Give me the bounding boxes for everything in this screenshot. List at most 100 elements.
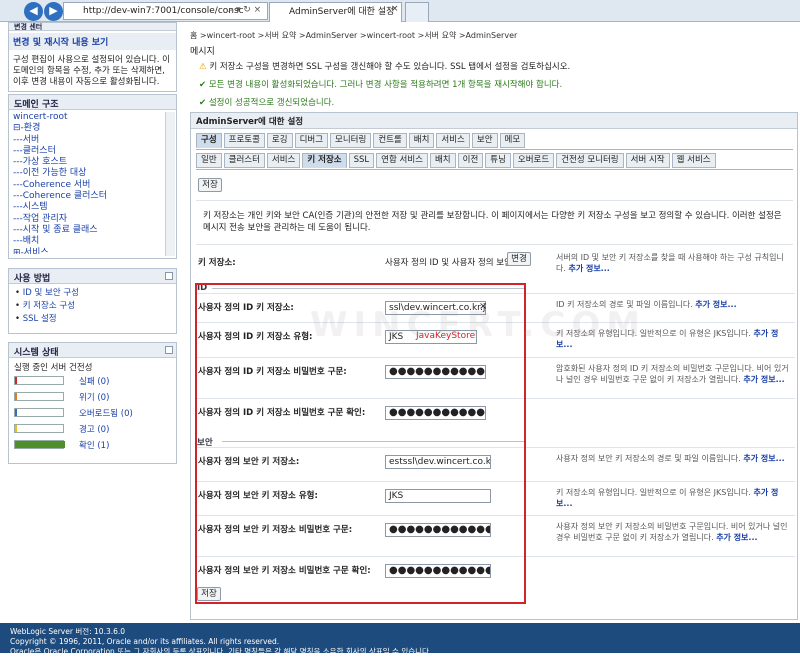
status-fill [15, 441, 65, 448]
howto-panel: 사용 방법 • ID 및 보안 구성 • 키 저장소 구성 • SSL 설정 [8, 268, 177, 334]
howto-link[interactable]: SSL 설정 [23, 314, 57, 324]
tab-tabs2-7[interactable]: 이전 [457, 153, 484, 168]
tab-tabs2-4[interactable]: SSL [348, 153, 375, 168]
tab-tabs2-10[interactable]: 건전성 모니터링 [556, 153, 624, 168]
howto-item[interactable]: • ID 및 보안 구성 [15, 287, 170, 300]
domain-structure-panel: 도메인 구조 wincert-root ⊟-환경 ---서버 ---클러스터 ---가상… [8, 94, 177, 259]
tab-tabs2-0[interactable]: 일반 [196, 153, 222, 168]
system-status-title: 시스템 상태 [9, 343, 176, 358]
field-help-text: 사용자 정의 보안 키 저장소의 경로 및 파일 이름입니다. [556, 454, 741, 463]
tree-item[interactable]: ---이전 가능한 대상 [13, 168, 172, 179]
tab-tabs1-2[interactable]: 로깅 [266, 133, 293, 148]
more-info-link[interactable]: 추가 정보... [695, 300, 736, 309]
field-help: 암호화된 사용자 정의 ID 키 저장소의 비밀번호 구문입니다. 비어 있거나… [556, 363, 791, 385]
howto-link[interactable]: 키 저장소 구성 [23, 301, 75, 311]
tree-item[interactable]: ---Coherence 클러스터 [13, 191, 172, 202]
tab-tabs2-5[interactable]: 연합 서비스 [376, 153, 428, 168]
tab-tabs1-3[interactable]: 디버그 [294, 133, 329, 148]
tree-item[interactable]: ⊞-서비스 [13, 248, 172, 254]
status-bar [14, 424, 64, 433]
warning-icon: ⚠ [199, 62, 207, 72]
status-label[interactable]: 위기 (0) [79, 391, 109, 403]
status-label[interactable]: 확인 (1) [79, 439, 109, 451]
domain-structure-title: 도메인 구조 [9, 95, 176, 110]
tab-tabs1-5[interactable]: 컨트롤 [373, 133, 407, 148]
change-button[interactable]: 변경 [507, 252, 531, 266]
tab-tabs2-3[interactable]: 키 저장소 [302, 153, 347, 168]
field-help: 사용자 정의 보안 키 저장소의 비밀번호 구문입니다. 비어 있거나 널인 경… [556, 521, 791, 543]
tab-tabs1-4[interactable]: 모니터링 [330, 133, 372, 148]
domain-tree: wincert-root ⊟-환경 ---서버 ---클러스터 ---가상 호스트 ---… [9, 110, 176, 254]
howto-link[interactable]: ID 및 보안 구성 [23, 288, 79, 298]
status-bar [14, 440, 65, 449]
tab-tabs2-6[interactable]: 배치 [429, 153, 456, 168]
tab-tabs2-9[interactable]: 오버로드 [512, 153, 555, 168]
success-text-1: 모든 변경 내용이 활성화되었습니다. 그러나 변경 사항을 적용하려면 1개 … [208, 80, 563, 90]
warning-text: 키 저장소 구성을 변경하면 SSL 구성을 갱신해야 할 수도 있습니다. S… [209, 62, 571, 72]
intro-text: 키 저장소는 개인 키와 보안 CA(인증 기관)의 안전한 저장 및 관리를 … [203, 211, 782, 233]
search-icon[interactable]: ⌕ ▾ ↻ × [228, 5, 261, 15]
tree-item[interactable]: ---시작 및 종료 클래스 [13, 225, 172, 236]
secondary-tabs: 일반 클러스터 서비스 키 저장소 SSL 연합 서비스 배치 이전 튜닝 오버로드 건전성 모니터… [196, 153, 718, 168]
bullet-icon: • [15, 301, 23, 311]
field-help: 사용자 정의 보안 키 저장소의 경로 및 파일 이름입니다. 추가 정보... [556, 453, 791, 464]
tab-tabs1-7[interactable]: 서비스 [436, 133, 470, 148]
tree-item[interactable]: ⊟-환경 [13, 123, 172, 134]
back-icon[interactable]: ◀ [24, 2, 43, 21]
tab-tabs1-0[interactable]: 구성 [196, 133, 222, 148]
tab-tabs1-1[interactable]: 프로토콜 [223, 133, 265, 148]
tab-tabs1-8[interactable]: 보안 [471, 133, 498, 148]
tree-item[interactable]: ---서버 [13, 135, 172, 146]
status-bar [14, 392, 64, 401]
howto-label: 사용 방법 [14, 274, 51, 284]
field-help-text: 키 저장소의 유형입니다. 일반적으로 이 유형은 JKS입니다. [556, 488, 751, 497]
more-info-link[interactable]: 추가 정보... [716, 533, 757, 542]
tab-tabs2-12[interactable]: 웹 서비스 [671, 153, 716, 168]
collapse-icon[interactable] [165, 272, 173, 280]
status-label[interactable]: 실패 (0) [79, 375, 109, 387]
more-info-link[interactable]: 추가 정보... [568, 264, 609, 273]
tree-scrollbar[interactable] [165, 112, 175, 256]
status-label[interactable]: 경고 (0) [79, 423, 109, 435]
tree-item[interactable]: ---시스템 [13, 202, 172, 213]
new-tab-button[interactable] [405, 2, 429, 22]
keystore-value: 사용자 정의 ID 및 사용자 정의 보안 [385, 258, 512, 268]
tree-item[interactable]: ---배치 [13, 236, 172, 247]
system-status-panel: 시스템 상태 실행 중인 서버 건전성 실패 (0) 위기 (0) 오버로드됨 (0… [8, 342, 177, 464]
tree-item[interactable]: wincert-root [13, 112, 172, 123]
tab-tabs2-1[interactable]: 클러스터 [223, 153, 265, 168]
change-center-title: 변경 센터 [9, 23, 176, 31]
breadcrumb[interactable]: 홈 >wincert-root >서버 요약 >AdminServer >win… [190, 30, 517, 41]
tab-tabs1-9[interactable]: 메모 [499, 133, 526, 148]
tab-close-icon[interactable]: × [391, 4, 399, 14]
warning-message: ⚠ 키 저장소 구성을 변경하면 SSL 구성을 갱신해야 할 수도 있습니다.… [199, 60, 570, 72]
domain-structure-label: 도메인 구조 [14, 100, 59, 110]
tab-tabs2-2[interactable]: 서비스 [266, 153, 301, 168]
more-info-link[interactable]: 추가 정보... [743, 454, 784, 463]
footer-copyright: Copyright © 1996, 2011, Oracle and/or it… [10, 637, 280, 646]
more-info-link[interactable]: 추가 정보... [743, 375, 784, 384]
howto-title: 사용 방법 [9, 269, 176, 284]
footer-version: WebLogic Server 버전: 10.3.6.0 [10, 627, 126, 636]
tab-active[interactable]: AdminServer에 대한 설정 [269, 2, 402, 22]
tab-tabs2-11[interactable]: 서버 시작 [625, 153, 670, 168]
status-label[interactable]: 오버로드됨 (0) [79, 407, 133, 419]
success-message-1: ✔ 모든 변경 내용이 활성화되었습니다. 그러나 변경 사항을 적용하려면 1… [199, 78, 562, 90]
collapse-icon[interactable] [165, 346, 173, 354]
tree-item[interactable]: ---클러스터 [13, 146, 172, 157]
settings-title: AdminServer에 대한 설정 [191, 113, 797, 129]
tree-item[interactable]: ---Coherence 서버 [13, 180, 172, 191]
status-fill [15, 393, 17, 400]
tab-tabs1-6[interactable]: 배치 [408, 133, 435, 148]
tree-item[interactable]: ---작업 관리자 [13, 214, 172, 225]
howto-item[interactable]: • SSL 설정 [15, 313, 170, 326]
howto-item[interactable]: • 키 저장소 구성 [15, 300, 170, 313]
save-button-top[interactable]: 저장 [198, 178, 222, 192]
status-fill [15, 425, 17, 432]
view-changes-link[interactable]: 변경 및 재시작 내용 보기 [9, 33, 176, 50]
tab-tabs2-8[interactable]: 튜닝 [485, 153, 511, 168]
change-center-panel: 변경 센터 변경 및 재시작 내용 보기 구성 편집이 사용으로 설정되어 있습… [8, 22, 177, 92]
tree-item[interactable]: ---가상 호스트 [13, 157, 172, 168]
status-fill [15, 409, 17, 416]
forward-icon[interactable]: ▶ [44, 2, 63, 21]
